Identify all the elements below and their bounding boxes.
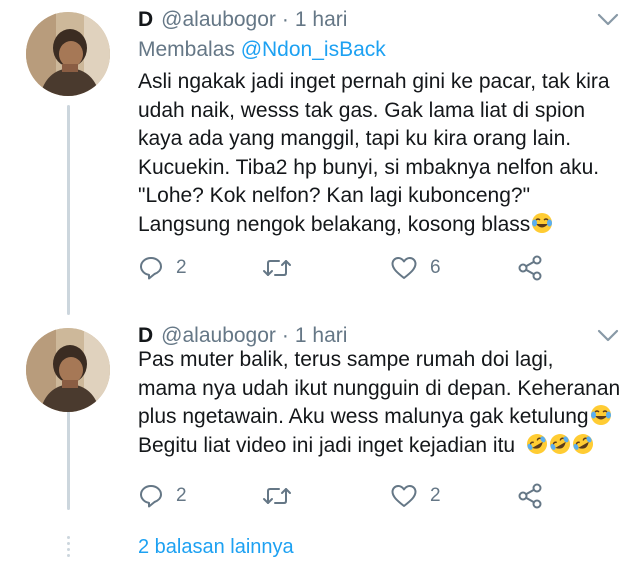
rolling-on-floor-laughing-icon: [572, 433, 593, 454]
reply-icon: [140, 257, 162, 280]
tweet-text: Pas muter balik, terus sampe rumah doi l…: [138, 346, 628, 460]
retweet-icon: [263, 260, 291, 276]
share-icon: [518, 255, 542, 281]
replying-to: Membalas @Ndon_isBack: [138, 38, 386, 62]
tweet-text-line: udah naik, wesss tak gas. Gak lama liat …: [138, 98, 586, 122]
tweet-text-line: Begitu liat video ini jadi inget kejadia…: [138, 433, 516, 457]
tweet-text-line: Asli ngakak jadi inget pernah gini ke pa…: [138, 70, 610, 93]
chevron-down-icon[interactable]: [596, 12, 620, 28]
share-button[interactable]: [516, 481, 544, 511]
tweet-actions: 2 2: [138, 481, 558, 511]
show-more-replies-link[interactable]: 2 balasan lainnya: [138, 536, 294, 559]
share-icon: [518, 483, 542, 509]
like-button[interactable]: 2: [390, 481, 441, 511]
tweet-text: Asli ngakak jadi inget pernah gini ke pa…: [138, 68, 628, 239]
thread-dots: [66, 536, 71, 560]
reply-button[interactable]: 2: [138, 481, 187, 511]
tweet-text-line: plus ngetawain. Aku wess malunya gak ket…: [138, 405, 589, 428]
rolling-on-floor-laughing-icon: [549, 433, 570, 454]
tweet-text-line: Pas muter balik, terus sampe rumah doi l…: [138, 348, 554, 371]
reply-count: 2: [176, 485, 187, 506]
heart-icon: [391, 257, 417, 279]
username[interactable]: @alaubogor: [161, 8, 276, 32]
retweet-button[interactable]: [262, 481, 304, 511]
like-button[interactable]: 6: [390, 253, 441, 283]
tweet-text-line: kaya ada yang manggil, tapi ku kira oran…: [138, 127, 572, 150]
replying-to-label: Membalas: [138, 38, 241, 61]
retweet-icon: [263, 488, 291, 504]
like-count: 6: [430, 257, 441, 278]
mention-link[interactable]: @Ndon_isBack: [241, 38, 386, 61]
tweet-text-line: mama nya udah ikut nungguin di depan. Ke…: [138, 376, 621, 400]
thread-line: [67, 410, 70, 510]
tweet-text-line-wrap: plus ngetawain. Aku wess malunya gak ket…: [138, 403, 628, 432]
timestamp[interactable]: 1 hari: [295, 324, 348, 348]
avatar[interactable]: [26, 12, 110, 96]
tweet-text-line: Kucuekin. Tiba2 hp bunyi, si mbaknya nel…: [138, 155, 600, 179]
rolling-on-floor-laughing-icon: [526, 433, 547, 454]
tweet-text-line-wrap: Begitu liat video ini jadi inget kejadia…: [138, 432, 628, 461]
reply-count: 2: [176, 257, 187, 278]
like-count: 2: [430, 485, 441, 506]
display-name[interactable]: D: [138, 324, 153, 348]
separator: ·: [281, 8, 289, 31]
tweet-text-line: "Lohe? Kok nelfon? Kan lagi kubonceng?": [138, 184, 531, 207]
retweet-button[interactable]: [262, 253, 304, 283]
tweet-actions: 2 6: [138, 253, 558, 283]
tweet-header: D @alaubogor · 1 hari: [138, 8, 347, 34]
share-button[interactable]: [516, 253, 544, 283]
timestamp[interactable]: 1 hari: [295, 8, 348, 32]
thread-line: [67, 105, 70, 315]
avatar[interactable]: [26, 328, 110, 412]
face-with-tears-of-joy-icon: [532, 212, 553, 233]
chevron-down-icon[interactable]: [596, 328, 620, 344]
separator: ·: [281, 324, 289, 347]
username[interactable]: @alaubogor: [161, 324, 276, 348]
face-with-tears-of-joy-icon: [590, 405, 611, 425]
tweet-text-line: Langsung nengok belakang, kosong blass: [138, 212, 531, 236]
reply-icon: [140, 485, 162, 508]
display-name[interactable]: D: [138, 8, 153, 32]
heart-icon: [391, 485, 417, 507]
tweet-text-line-wrap: Langsung nengok belakang, kosong blass: [138, 211, 628, 240]
reply-button[interactable]: 2: [138, 253, 187, 283]
